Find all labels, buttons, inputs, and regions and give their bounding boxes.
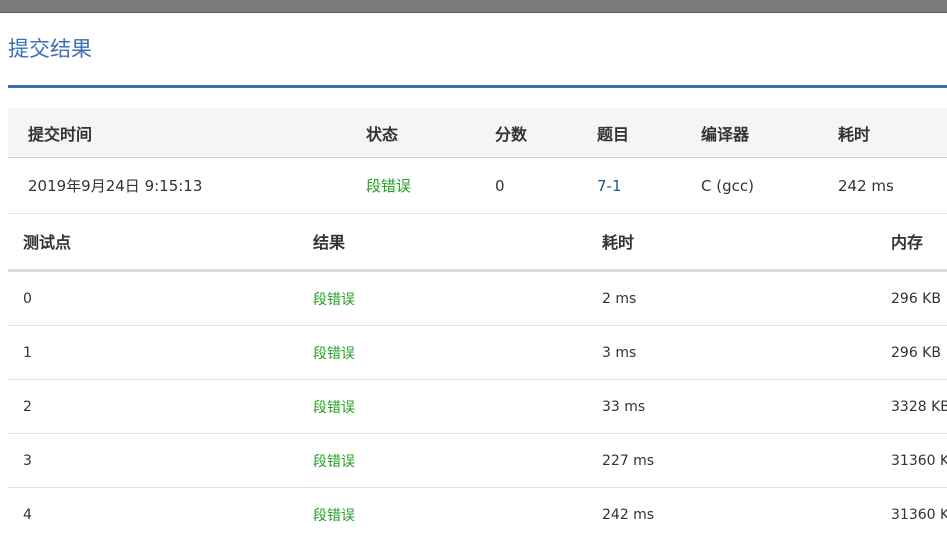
browser-top-bar (0, 0, 947, 13)
case-elapsed: 2 ms (602, 290, 637, 307)
problem-link[interactable]: 7-1 (597, 158, 622, 213)
case-memory: 31360 KB (891, 506, 947, 523)
table-row: 3 段错误 227 ms 31360 KB (8, 434, 947, 488)
header-memory: 内存 (891, 233, 924, 252)
header-case: 测试点 (23, 233, 72, 252)
header-submit-time: 提交时间 (28, 124, 93, 144)
case-elapsed: 242 ms (602, 506, 655, 523)
submission-elapsed: 242 ms (838, 176, 894, 195)
table-row: 1 段错误 3 ms 296 KB (8, 326, 947, 380)
testcase-table: 测试点 结果 耗时 内存 0 段错误 2 ms 296 KB 1 段错误 3 m… (8, 213, 947, 541)
header-problem: 题目 (597, 124, 630, 144)
case-id: 4 (23, 506, 32, 523)
case-memory: 296 KB (891, 344, 941, 361)
case-id: 3 (23, 452, 32, 469)
title-divider (8, 85, 947, 88)
case-elapsed: 3 ms (602, 344, 637, 361)
header-result: 结果 (313, 233, 346, 252)
case-result: 段错误 (313, 291, 355, 308)
case-result: 段错误 (313, 453, 355, 470)
submission-status: 段错误 (366, 177, 412, 195)
submission-table-header: 提交时间 状态 分数 题目 编译器 耗时 (8, 108, 947, 158)
case-result: 段错误 (313, 345, 355, 362)
testcase-table-header: 测试点 结果 耗时 内存 (8, 213, 947, 272)
submission-time: 2019年9月24日 9:15:13 (28, 177, 203, 195)
table-row: 4 段错误 242 ms 31360 KB (8, 488, 947, 541)
header-score: 分数 (495, 124, 528, 144)
page-title: 提交结果 (8, 37, 92, 61)
case-id: 2 (23, 398, 32, 415)
submission-row: 2019年9月24日 9:15:13 段错误 0 7-1 C (gcc) 242… (8, 158, 947, 214)
submission-table: 提交时间 状态 分数 题目 编译器 耗时 2019年9月24日 9:15:13 … (8, 108, 947, 214)
header-status: 状态 (366, 124, 399, 144)
case-result: 段错误 (313, 507, 355, 524)
case-memory: 3328 KB (891, 398, 947, 415)
case-elapsed: 33 ms (602, 398, 646, 415)
submission-score: 0 (495, 176, 505, 195)
case-elapsed: 227 ms (602, 452, 655, 469)
header-case-elapsed: 耗时 (602, 233, 635, 252)
case-result: 段错误 (313, 399, 355, 416)
case-memory: 296 KB (891, 290, 941, 307)
table-row: 2 段错误 33 ms 3328 KB (8, 380, 947, 434)
case-memory: 31360 KB (891, 452, 947, 469)
header-compiler: 编译器 (701, 124, 750, 144)
table-row: 0 段错误 2 ms 296 KB (8, 272, 947, 326)
header-elapsed: 耗时 (838, 124, 871, 144)
case-id: 1 (23, 344, 32, 361)
case-id: 0 (23, 290, 32, 307)
submission-compiler: C (gcc) (701, 176, 754, 195)
